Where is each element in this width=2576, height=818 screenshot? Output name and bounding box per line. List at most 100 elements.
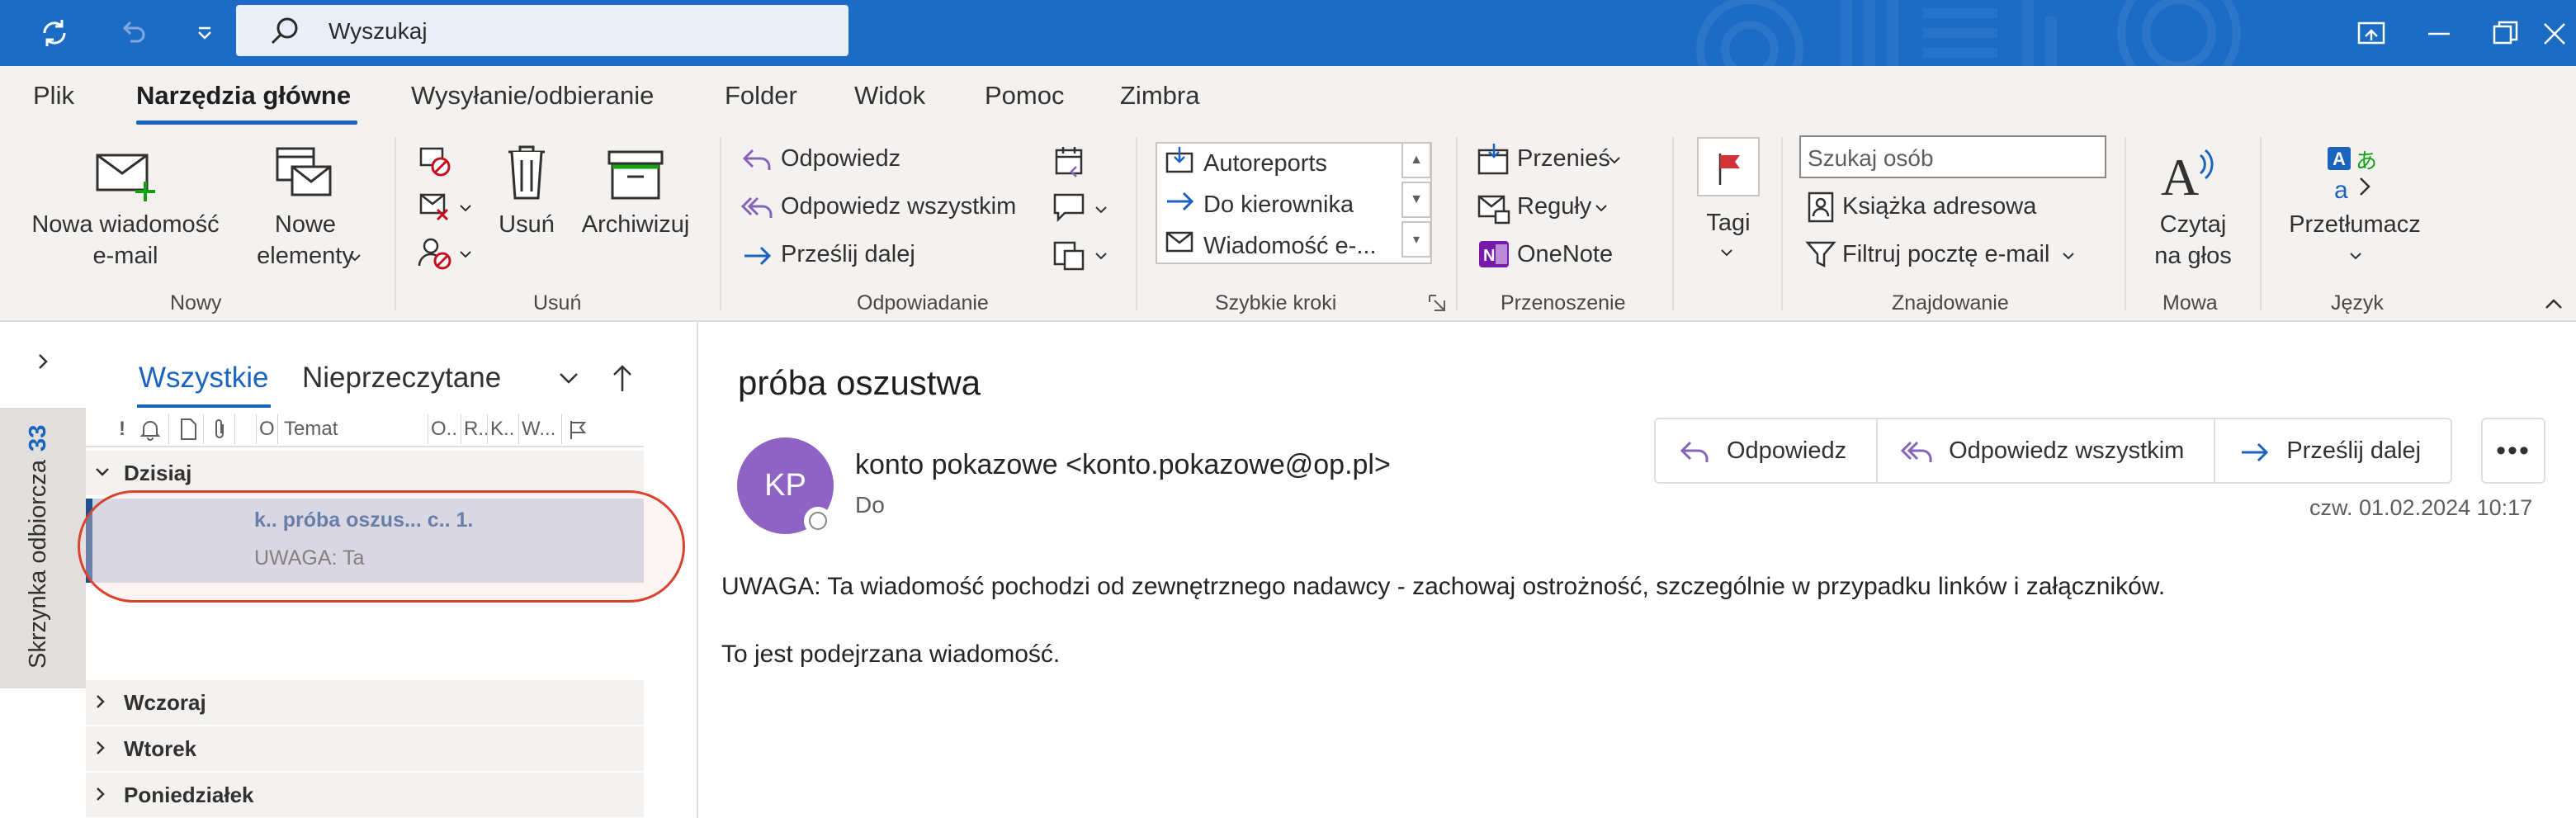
address-book-button[interactable]: Książka adresowa xyxy=(1842,193,2036,220)
group-header-wczoraj[interactable]: Wczoraj xyxy=(86,680,644,725)
tab-pomoc[interactable]: Pomoc xyxy=(985,81,1064,111)
new-items-label-1[interactable]: Nowe xyxy=(239,211,371,239)
quick-step-autoreports[interactable]: Autoreports xyxy=(1203,150,1327,177)
tags-button[interactable] xyxy=(1697,137,1760,196)
customize-toolbar-icon[interactable] xyxy=(183,12,226,54)
read-aloud-label-1[interactable]: Czytaj xyxy=(2139,211,2247,239)
filter-unread[interactable]: Nieprzeczytane xyxy=(302,362,501,395)
chevron-down-icon xyxy=(1609,157,1620,164)
junk-icon[interactable] xyxy=(416,234,452,271)
tab-widok[interactable]: Widok xyxy=(854,81,925,111)
column-importance[interactable]: ! xyxy=(119,418,125,441)
archive-label[interactable]: Archiwizuj xyxy=(578,211,693,239)
rules-button[interactable]: Reguły xyxy=(1517,193,1591,220)
onenote-button[interactable]: OneNote xyxy=(1517,241,1613,268)
group-label-przenoszenie: Przenoszenie xyxy=(1501,291,1626,314)
svg-text:N: N xyxy=(1483,247,1495,265)
tab-narzedzia-glowne[interactable]: Narzędzia główne xyxy=(136,81,351,111)
inbox-vertical-label[interactable]: Skrzynka odbiorcza 33 xyxy=(25,425,52,669)
close-icon[interactable] xyxy=(2534,13,2575,54)
title-bar-decoration xyxy=(1696,0,2241,66)
read-aloud-icon[interactable]: A xyxy=(2159,144,2219,203)
reply-icon xyxy=(1680,441,1709,462)
new-mail-label-1[interactable]: Nowa wiadomość xyxy=(28,211,223,239)
tab-zimbra[interactable]: Zimbra xyxy=(1120,81,1199,111)
more-respond-icon[interactable] xyxy=(1052,236,1088,272)
column-subject[interactable]: Temat xyxy=(284,418,338,441)
flag-status-icon[interactable] xyxy=(566,418,589,441)
reply-all-icon xyxy=(741,196,773,218)
expand-folder-pane-icon[interactable] xyxy=(33,352,53,371)
tab-plik[interactable]: Plik xyxy=(33,81,74,111)
sync-icon[interactable] xyxy=(33,12,76,54)
reply-button[interactable]: Odpowiedz xyxy=(781,145,900,173)
minimize-icon[interactable] xyxy=(2418,13,2460,54)
ribbon-display-options-icon[interactable] xyxy=(2351,13,2392,54)
reply-action-button[interactable]: Odpowiedz xyxy=(1656,419,1879,482)
group-label: Dzisiaj xyxy=(124,461,192,485)
column-category[interactable]: K.. xyxy=(490,418,514,441)
dialog-launcher-icon[interactable] xyxy=(1428,294,1446,312)
filter-mail-button[interactable]: Filtruj pocztę e-mail xyxy=(1842,241,2049,268)
reminder-icon[interactable] xyxy=(139,418,162,441)
attachment-icon[interactable] xyxy=(210,418,229,441)
forward-action-button[interactable]: Prześlij dalej xyxy=(2215,419,2451,482)
message-body-line: UWAGA: Ta wiadomość pochodzi od zewnętrz… xyxy=(721,573,2166,600)
new-mail-icon[interactable] xyxy=(94,145,160,203)
filter-all[interactable]: Wszystkie xyxy=(139,362,269,395)
group-label-odpowiadanie: Odpowiadanie xyxy=(857,291,989,314)
move-button[interactable]: Przenieś xyxy=(1517,145,1610,173)
quick-step-do-kierownika[interactable]: Do kierownika xyxy=(1203,191,1354,219)
reply-all-action-button[interactable]: Odpowiedz wszystkim xyxy=(1878,419,2216,482)
collapse-ribbon-icon[interactable] xyxy=(2544,297,2564,312)
expand-gallery-icon[interactable]: ▾ xyxy=(1401,221,1431,258)
delete-label[interactable]: Usuń xyxy=(485,211,568,239)
item-type-icon[interactable] xyxy=(178,418,198,441)
column-separator xyxy=(561,414,562,444)
rules-icon xyxy=(1477,195,1510,225)
tab-wysylanie-odbieranie[interactable]: Wysyłanie/odbieranie xyxy=(411,81,654,111)
new-mail-label-2[interactable]: e-mail xyxy=(28,243,223,270)
people-search-input[interactable]: Szukaj osób xyxy=(1799,135,2106,178)
new-items-icon[interactable] xyxy=(271,145,337,206)
chevron-down-icon xyxy=(1595,205,1607,212)
archive-icon[interactable] xyxy=(606,149,665,201)
read-aloud-label-2[interactable]: na głos xyxy=(2139,243,2247,270)
column-received[interactable]: R.. xyxy=(464,418,489,441)
scroll-up-icon[interactable]: ▲ xyxy=(1401,142,1431,178)
tags-label[interactable]: Tagi xyxy=(1687,210,1770,237)
delete-icon[interactable] xyxy=(502,142,551,203)
undo-icon[interactable] xyxy=(111,12,154,54)
restore-icon[interactable] xyxy=(2484,13,2526,54)
clean-up-icon[interactable] xyxy=(416,188,452,225)
more-actions-button[interactable]: ••• xyxy=(2481,418,2545,484)
column-o[interactable]: O.. xyxy=(431,418,457,441)
search-box[interactable]: Wyszukaj xyxy=(236,5,848,56)
title-bar: Wyszukaj xyxy=(0,0,2576,66)
group-header-dzisiaj[interactable]: Dzisiaj xyxy=(86,451,644,495)
translate-label[interactable]: Przetłumacz xyxy=(2278,211,2432,239)
sort-arrow-up-icon[interactable] xyxy=(611,362,634,395)
ribbon-tabs: Plik Narzędzia główne Wysyłanie/odbieran… xyxy=(0,66,2576,130)
sender-address[interactable]: konto pokazowe <konto.pokazowe@op.pl> xyxy=(855,449,1391,481)
group-separator xyxy=(1672,137,1674,310)
scroll-down-icon[interactable]: ▼ xyxy=(1401,182,1431,218)
ignore-icon[interactable] xyxy=(416,142,452,178)
chevron-right-icon xyxy=(97,741,105,754)
quick-step-wiadomosc[interactable]: Wiadomość e-... xyxy=(1203,233,1377,260)
forward-button[interactable]: Prześlij dalej xyxy=(781,241,915,268)
chevron-down-icon[interactable] xyxy=(558,370,579,386)
translate-icon[interactable]: A あa xyxy=(2326,142,2384,205)
reply-all-icon xyxy=(1901,441,1932,462)
im-reply-icon[interactable] xyxy=(1052,190,1088,226)
group-separator xyxy=(1781,137,1783,310)
column-from[interactable]: O xyxy=(259,418,275,441)
group-header-poniedzialek[interactable]: Poniedziałek xyxy=(86,773,644,817)
tab-folder[interactable]: Folder xyxy=(725,81,797,111)
column-size[interactable]: W... xyxy=(522,418,555,441)
meeting-reply-icon[interactable] xyxy=(1052,144,1088,180)
message-actions: Odpowiedz Odpowiedz wszystkim Prześlij d… xyxy=(1654,418,2453,484)
group-header-wtorek[interactable]: Wtorek xyxy=(86,726,644,771)
highlight-annotation xyxy=(78,490,685,603)
reply-all-button[interactable]: Odpowiedz wszystkim xyxy=(781,193,1016,220)
